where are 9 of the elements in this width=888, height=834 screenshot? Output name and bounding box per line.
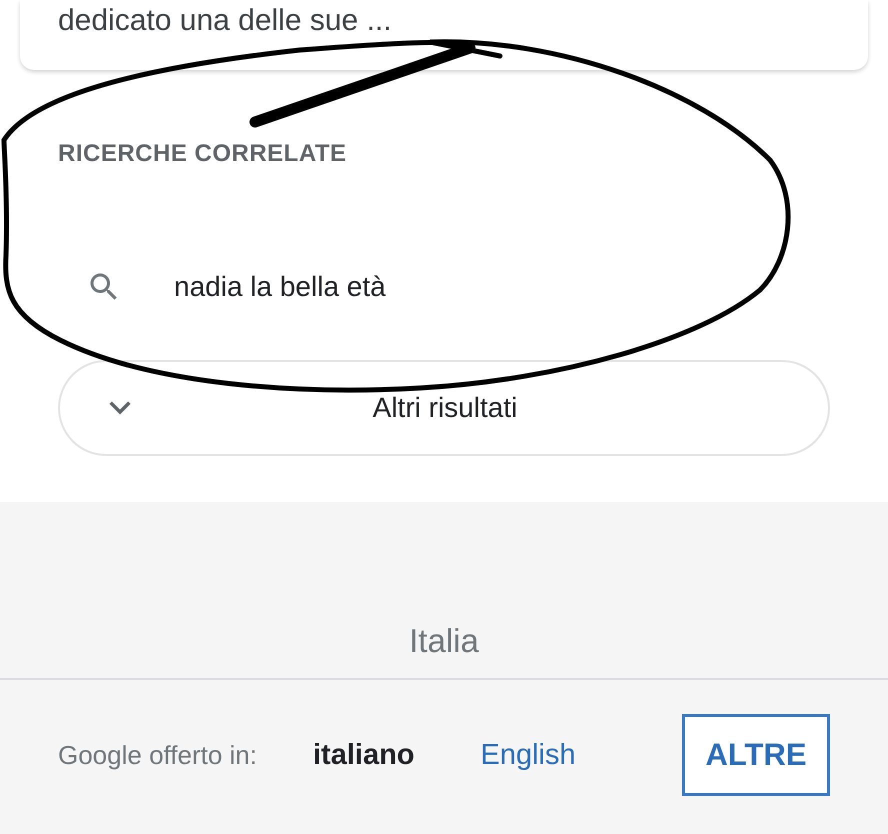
related-search-link[interactable]: nadia la bella età xyxy=(174,271,386,303)
section-heading: RICERCHE CORRELATE xyxy=(58,140,348,169)
more-languages-button[interactable]: ALTRE xyxy=(682,714,830,796)
result-snippet: dedicato una delle sue ... xyxy=(58,6,392,36)
language-link[interactable]: italiano xyxy=(313,738,415,772)
language-prompt: Google offerto in: xyxy=(58,740,257,770)
language-link[interactable]: English xyxy=(480,738,576,772)
region-label: Italia xyxy=(409,622,479,660)
more-results-button[interactable]: Altri risultati xyxy=(58,360,830,456)
